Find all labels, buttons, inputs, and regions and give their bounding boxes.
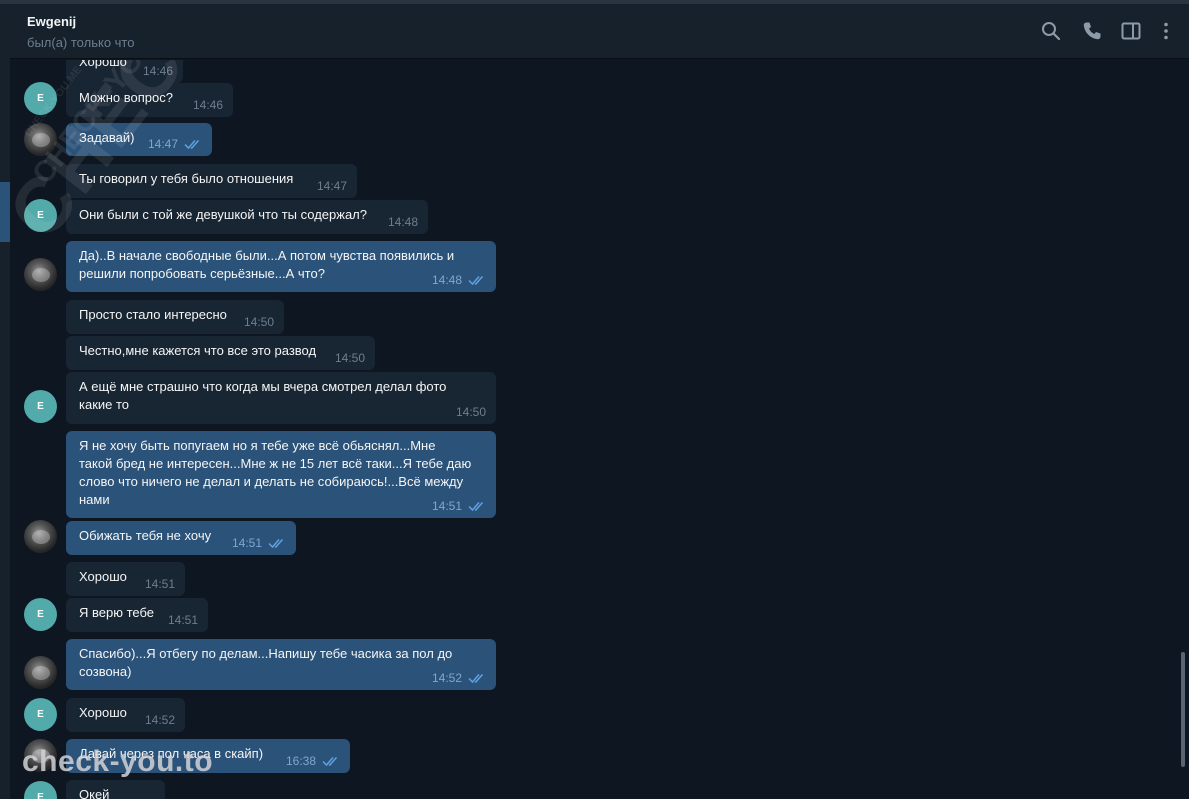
message-bubble[interactable]: Обижать тебя не хочу 14:51: [66, 521, 296, 555]
message-time: 14:48: [387, 215, 418, 229]
message-time: 14:47: [316, 179, 347, 193]
message-time: 14:51: [144, 577, 175, 591]
message-bubble[interactable]: Хорошо 14:51: [66, 562, 185, 596]
message-text: Спасибо)...Я отбегу по делам...Напишу те…: [79, 646, 453, 679]
watermark: check-you.to: [22, 745, 214, 778]
message-time: 14:52: [431, 671, 462, 685]
message-bubble[interactable]: Просто стало интересно 14:50: [66, 300, 284, 334]
message-meta: 14:47: [148, 135, 202, 153]
message-time: 14:46: [142, 64, 173, 78]
message-time: 14:50: [334, 351, 365, 365]
double-check-icon: [468, 502, 484, 512]
avatar[interactable]: [24, 258, 57, 291]
avatar[interactable]: E: [24, 781, 57, 799]
message-meta: 14:52: [432, 669, 486, 687]
telegram-window: Ewgenij был(а) только что E E E E E E Хо…: [0, 0, 1189, 799]
message-bubble[interactable]: Можно вопрос? 14:46: [66, 83, 233, 117]
message-meta: 14:47: [317, 177, 347, 195]
message-text: Ты говорил у тебя было отношения: [79, 171, 294, 186]
message-meta: 14:50: [335, 349, 365, 367]
message-bubble[interactable]: Хорошо 14:46: [66, 60, 183, 83]
phone-icon[interactable]: [1080, 19, 1104, 43]
double-check-icon: [468, 276, 484, 286]
message-bubble[interactable]: А ещё мне страшно что когда мы вчера смо…: [66, 372, 496, 424]
message-meta: 14:51: [432, 497, 486, 515]
active-chat-marker: [0, 182, 10, 242]
message-text: Они были с той же девушкой что ты содерж…: [79, 207, 367, 222]
message-time: 14:52: [144, 713, 175, 727]
message-time: 14:51: [231, 536, 262, 550]
avatar[interactable]: E: [24, 82, 57, 115]
avatar[interactable]: E: [24, 199, 57, 232]
avatar[interactable]: E: [24, 390, 57, 423]
double-check-icon: [322, 757, 338, 767]
message-time: 14:46: [192, 98, 223, 112]
message-bubble[interactable]: Задавай) 14:47: [66, 123, 212, 156]
scrollbar-thumb[interactable]: [1181, 652, 1185, 767]
message-meta: 14:48: [432, 271, 486, 289]
double-check-icon: [468, 674, 484, 684]
message-text: Просто стало интересно: [79, 307, 227, 322]
message-bubble[interactable]: Окей: [66, 780, 165, 799]
message-meta: 14:50: [244, 313, 274, 331]
message-text: Я не хочу быть попугаем но я тебе уже вс…: [79, 438, 472, 507]
message-bubble[interactable]: Да)..В начале свободные были...А потом ч…: [66, 241, 496, 292]
message-time: 14:51: [431, 499, 462, 513]
message-text: Честно,мне кажется что все это развод: [79, 343, 317, 358]
message-bubble[interactable]: Спасибо)...Я отбегу по делам...Напишу те…: [66, 639, 496, 690]
contact-name[interactable]: Ewgenij: [27, 14, 76, 29]
message-bubble[interactable]: Я не хочу быть попугаем но я тебе уже вс…: [66, 431, 496, 518]
double-check-icon: [184, 140, 200, 150]
message-meta: 14:50: [456, 403, 486, 421]
avatar[interactable]: [24, 520, 57, 553]
message-meta: 14:46: [143, 62, 173, 80]
message-time: 14:48: [431, 273, 462, 287]
message-time: 14:51: [167, 613, 198, 627]
avatar[interactable]: E: [24, 698, 57, 731]
message-text: Окей: [79, 787, 110, 799]
message-meta: 14:52: [145, 711, 175, 729]
message-time: 14:50: [243, 315, 274, 329]
message-meta: 14:48: [388, 213, 418, 231]
message-meta: 14:51: [145, 575, 175, 593]
more-vertical-icon[interactable]: [1154, 19, 1178, 43]
contact-status: был(а) только что: [27, 35, 135, 50]
message-time: 14:50: [455, 405, 486, 419]
chat-header: Ewgenij был(а) только что: [10, 4, 1189, 59]
search-icon[interactable]: [1039, 19, 1063, 43]
message-bubble[interactable]: Честно,мне кажется что все это развод 14…: [66, 336, 375, 370]
message-meta: 14:46: [193, 96, 223, 114]
avatar[interactable]: [24, 123, 57, 156]
avatar[interactable]: E: [24, 598, 57, 631]
message-time: 16:38: [285, 754, 316, 768]
message-bubble[interactable]: Ты говорил у тебя было отношения 14:47: [66, 164, 357, 198]
message-history[interactable]: E E E E E E Хорошо 14:46 Можно вопрос? 1…: [10, 60, 1180, 799]
chat-list-edge: [0, 4, 10, 799]
message-meta: 14:51: [168, 611, 198, 629]
message-bubble[interactable]: Они были с той же девушкой что ты содерж…: [66, 200, 428, 234]
message-meta: 14:51: [232, 534, 286, 552]
double-check-icon: [268, 539, 284, 549]
sidebar-toggle-icon[interactable]: [1119, 19, 1143, 43]
message-bubble[interactable]: Я верю тебе 14:51: [66, 598, 208, 632]
message-time: 14:47: [147, 137, 178, 151]
message-text: Да)..В начале свободные были...А потом ч…: [79, 248, 455, 281]
avatar[interactable]: [24, 656, 57, 689]
message-meta: 16:38: [286, 752, 340, 770]
message-text: А ещё мне страшно что когда мы вчера смо…: [79, 379, 447, 412]
message-bubble[interactable]: Хорошо 14:52: [66, 698, 185, 732]
